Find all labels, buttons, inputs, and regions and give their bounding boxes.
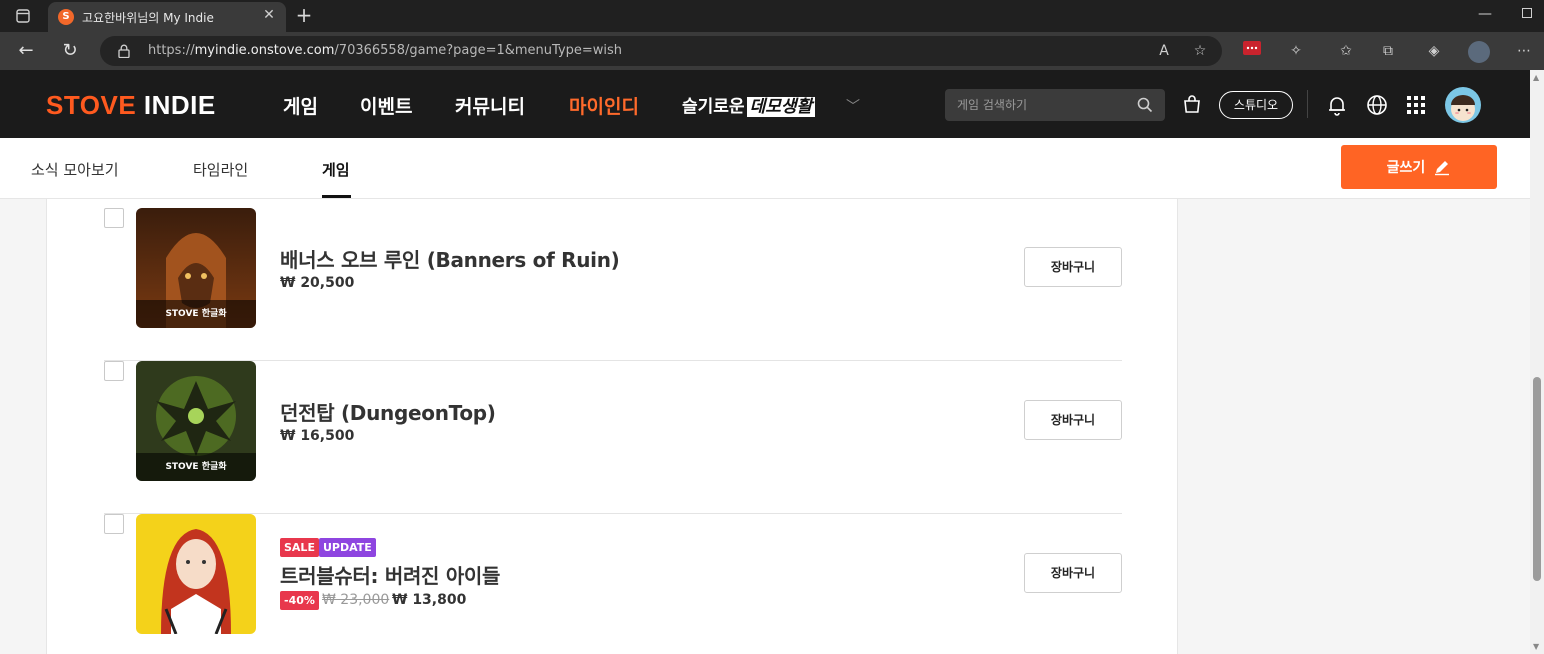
search-box <box>945 89 1165 121</box>
more-menu-icon[interactable]: ⋯ <box>1514 41 1534 61</box>
item-checkbox[interactable] <box>104 514 124 534</box>
tab-games[interactable]: 게임 <box>322 159 350 180</box>
search-icon[interactable] <box>1137 97 1153 113</box>
wishlist-item: STOVE 한글화 배너스 오브 루인 (Banners of Ruin) ₩ … <box>104 208 1122 361</box>
write-post-button[interactable]: 글쓰기 <box>1341 145 1497 189</box>
collections-icon[interactable]: ⧉ <box>1378 41 1398 61</box>
game-title[interactable]: 던전탑 (DungeonTop) <box>280 397 496 426</box>
nav-events[interactable]: 이벤트 <box>360 92 412 119</box>
browser-essentials-icon[interactable]: ◈ <box>1424 41 1444 61</box>
game-title[interactable]: 트러블슈터: 버려진 아이들 <box>280 560 500 589</box>
globe-icon[interactable] <box>1366 94 1388 116</box>
user-avatar[interactable] <box>1445 87 1481 123</box>
original-price: ₩ 23,000 <box>322 592 390 608</box>
bell-icon[interactable] <box>1326 94 1348 116</box>
sale-tag: SALE <box>280 538 319 557</box>
tab-timeline[interactable]: 타임라인 <box>193 159 248 180</box>
item-checkbox[interactable] <box>104 361 124 381</box>
lock-icon <box>118 44 130 58</box>
browser-tab-active[interactable]: S 고요한바위님의 My Indie ✕ <box>48 2 286 32</box>
game-thumbnail[interactable]: STOVE 한글화 <box>136 208 256 328</box>
site-header: STOVE INDIE 게임 이벤트 커뮤니티 마이인디 슬기로운 데모생활 ﹀ … <box>0 70 1530 138</box>
profile-avatar-icon[interactable] <box>1468 41 1490 63</box>
nav-my-indie[interactable]: 마이인디 <box>569 92 639 119</box>
thumbnail-badge: STOVE 한글화 <box>136 453 256 481</box>
apps-grid-icon[interactable] <box>1406 95 1426 115</box>
studio-button[interactable]: 스튜디오 <box>1219 91 1293 119</box>
new-tab-button[interactable]: + <box>292 4 316 28</box>
shopping-bag-icon[interactable] <box>1182 94 1202 114</box>
tab-title: 고요한바위님의 My Indie <box>82 11 214 25</box>
add-to-cart-button[interactable]: 장바구니 <box>1024 553 1122 593</box>
add-favorite-icon[interactable]: ☆ <box>1190 41 1210 61</box>
nav-games[interactable]: 게임 <box>283 92 318 119</box>
header-divider <box>1307 90 1308 118</box>
game-thumbnail[interactable]: STOVE 한글화 <box>136 361 256 481</box>
wishlist-panel: STOVE 한글화 배너스 오브 루인 (Banners of Ruin) ₩ … <box>46 199 1178 654</box>
write-button-label: 글쓰기 <box>1386 160 1426 176</box>
url-text: https://myindie.onstove.com/70366558/gam… <box>148 43 623 58</box>
stove-indie-logo[interactable]: STOVE INDIE <box>46 90 216 121</box>
sub-navigation: 소식 모아보기 타임라인 게임 글쓰기 <box>0 138 1530 199</box>
browser-toolbar: ← ↻ https://myindie.onstove.com/70366558… <box>0 32 1544 70</box>
scrollbar-thumb[interactable] <box>1533 377 1541 581</box>
game-title[interactable]: 배너스 오브 루인 (Banners of Ruin) <box>280 244 620 273</box>
discount-badge: -40% <box>280 591 319 610</box>
extension-red-icon[interactable] <box>1242 41 1262 61</box>
extensions-puzzle-icon[interactable]: ✧ <box>1286 41 1306 61</box>
chevron-down-icon[interactable]: ﹀ <box>846 96 860 116</box>
update-tag: UPDATE <box>319 538 376 557</box>
refresh-icon[interactable]: ↻ <box>58 40 82 62</box>
game-price: ₩ 16,500 <box>280 428 355 444</box>
game-thumbnail[interactable] <box>136 514 256 634</box>
game-price: ₩ 20,500 <box>280 275 355 291</box>
nav-demo-life[interactable]: 슬기로운 데모생활 <box>682 92 816 117</box>
read-aloud-icon[interactable]: A <box>1154 41 1174 61</box>
tab-news-feed[interactable]: 소식 모아보기 <box>31 159 119 180</box>
window-restore-icon[interactable] <box>1522 8 1532 18</box>
stove-favicon-icon: S <box>58 9 74 25</box>
thumbnail-badge: STOVE 한글화 <box>136 300 256 328</box>
window-minimize-icon[interactable]: — <box>1478 6 1492 22</box>
pencil-icon <box>1435 161 1450 176</box>
favorites-icon[interactable]: ✩ <box>1336 41 1356 61</box>
url-bar[interactable]: https://myindie.onstove.com/70366558/gam… <box>100 36 1222 66</box>
tab-close-icon[interactable]: ✕ <box>260 7 278 23</box>
active-tab-indicator <box>322 195 351 198</box>
add-to-cart-button[interactable]: 장바구니 <box>1024 247 1122 287</box>
browser-tab-bar: S 고요한바위님의 My Indie ✕ + — <box>0 0 1544 32</box>
tab-actions-icon[interactable] <box>8 4 38 28</box>
search-input[interactable] <box>957 89 1127 121</box>
sale-price: ₩ 13,800 <box>392 592 467 608</box>
wishlist-item: SALE UPDATE 트러블슈터: 버려진 아이들 -40% ₩ 23,000… <box>104 514 1122 654</box>
add-to-cart-button[interactable]: 장바구니 <box>1024 400 1122 440</box>
wishlist-item: STOVE 한글화 던전탑 (DungeonTop) ₩ 16,500 장바구니 <box>104 361 1122 514</box>
back-icon[interactable]: ← <box>14 40 38 62</box>
scroll-up-icon[interactable]: ▲ <box>1533 73 1539 82</box>
item-checkbox[interactable] <box>104 208 124 228</box>
scroll-down-icon[interactable]: ▼ <box>1533 642 1539 651</box>
nav-community[interactable]: 커뮤니티 <box>455 92 525 119</box>
